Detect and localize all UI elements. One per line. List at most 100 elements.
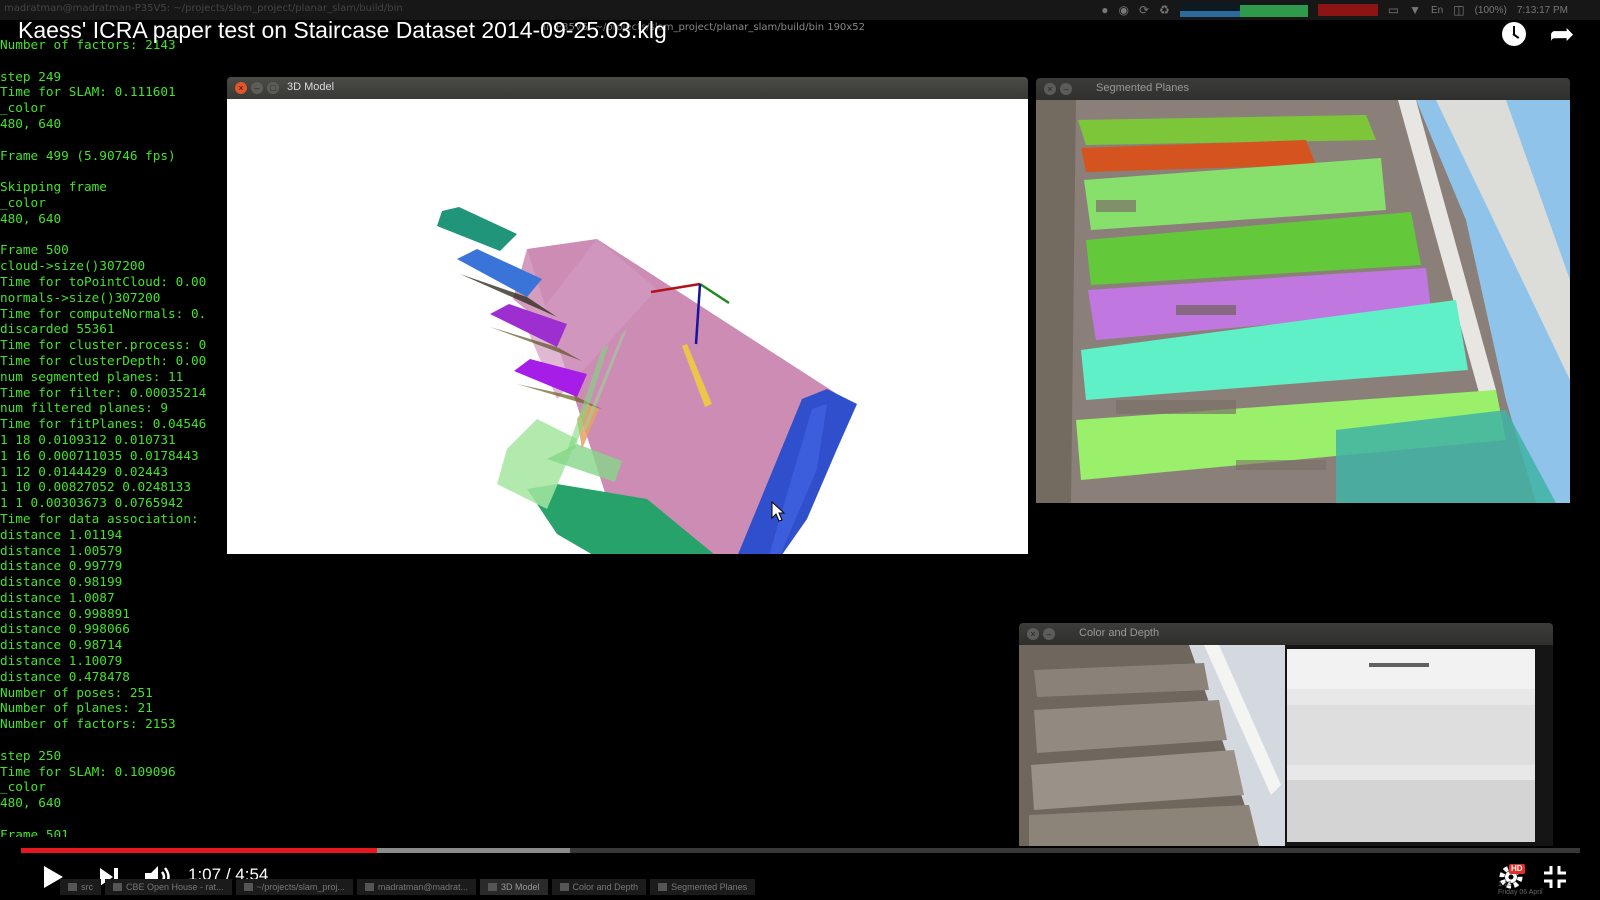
minimize-window-icon[interactable]: – xyxy=(251,82,263,94)
taskbar-date-day: Friday 06 April xyxy=(1498,889,1543,896)
taskbar-item-label: src xyxy=(81,882,93,892)
taskbar-item[interactable]: src xyxy=(60,879,101,895)
terminal-line: Frame 501 xyxy=(0,826,69,837)
watch-later-icon[interactable] xyxy=(1500,20,1528,48)
terminal-line: step 249 xyxy=(0,68,62,84)
terminal-line: distance 1.01194 xyxy=(0,526,123,542)
terminal-line: normals->size()307200 xyxy=(0,289,161,305)
terminal-window-title-text: madratman@madratman-P35V5: ~/projects/sl… xyxy=(4,3,403,14)
taskbar-item-label: Segmented Planes xyxy=(671,882,748,892)
terminal-line: Time for toPointCloud: 0.00 xyxy=(0,273,207,289)
terminal-line: 1 12 0.0144429 0.02443 xyxy=(0,463,169,479)
desktop-clock[interactable]: 7:13:17 PM xyxy=(1517,5,1568,16)
exit-fullscreen-icon xyxy=(1544,866,1566,888)
terminal-line: Time for filter: 0.00035214 xyxy=(0,384,207,400)
terminal-line: Number of poses: 251 xyxy=(0,684,153,700)
window-title: 3D Model xyxy=(287,81,335,93)
system-tray: ● ◉ ⟳ ♻ ▭ ▼ En ◫ (100%) 7:13:17 PM xyxy=(1101,3,1568,17)
terminal-line: Frame 499 (5.90746 fps) xyxy=(0,147,176,163)
terminal-line: discarded 55361 xyxy=(0,321,115,337)
terminal-line: distance 1.10079 xyxy=(0,653,123,669)
window-title: Segmented Planes xyxy=(1096,82,1189,94)
color-and-depth-window: × – Color and Depth xyxy=(1019,623,1553,846)
system-load-graph[interactable] xyxy=(1179,3,1308,17)
terminal-line: Skipping frame xyxy=(0,179,107,195)
power-icon[interactable]: ◫ xyxy=(1453,3,1464,17)
terminal-line: num segmented planes: 11 xyxy=(0,368,184,384)
video-title[interactable]: Kaess' ICRA paper test on Staircase Data… xyxy=(18,17,667,44)
terminal-line: _color xyxy=(0,194,46,210)
app-icon xyxy=(364,883,374,891)
taskbar-item-label: CBE Open House - rat... xyxy=(126,882,224,892)
terminal-line: Time for fitPlanes: 0.04546 xyxy=(0,416,207,432)
taskbar-item[interactable]: madratman@madrat... xyxy=(356,879,477,895)
close-window-icon[interactable]: × xyxy=(1044,83,1056,95)
app-icon xyxy=(658,883,668,891)
terminal-line: num filtered planes: 9 xyxy=(0,400,169,416)
terminal-line: distance 0.478478 xyxy=(0,668,130,684)
minimize-window-icon[interactable]: – xyxy=(1043,628,1055,640)
seek-bar[interactable] xyxy=(21,848,1580,853)
close-window-icon[interactable]: × xyxy=(1027,628,1039,640)
segmented-planes-image xyxy=(1036,100,1570,503)
taskbar-item-label: ~/projects/slam_proj... xyxy=(256,882,345,892)
terminal-line: 1 10 0.00827052 0.0248133 xyxy=(0,479,191,495)
update-icon[interactable]: ⟳ xyxy=(1139,3,1149,17)
terminal-line: distance 1.00579 xyxy=(0,542,123,558)
app-icon xyxy=(68,883,77,891)
3d-model-viewport[interactable] xyxy=(227,99,1028,554)
point-cloud-render[interactable] xyxy=(227,99,1028,554)
terminal-line: 1 1 0.00303673 0.0765942 xyxy=(0,495,184,511)
camera-icon[interactable]: ● xyxy=(1101,3,1108,17)
keyboard-layout-indicator[interactable]: En xyxy=(1431,5,1443,16)
app-icon xyxy=(113,883,122,891)
taskbar-item[interactable]: Segmented Planes xyxy=(650,879,756,895)
exit-fullscreen-button[interactable] xyxy=(1540,863,1570,891)
window-titlebar[interactable]: × – Segmented Planes xyxy=(1036,78,1570,100)
terminal-line: distance 0.998891 xyxy=(0,605,130,621)
close-window-icon[interactable]: × xyxy=(235,82,247,94)
segmented-planes-window: × – Segmented Planes xyxy=(1036,78,1570,503)
app-icon xyxy=(488,883,498,891)
window-titlebar[interactable]: × – □ 3D Model xyxy=(227,77,1028,99)
played-progress xyxy=(21,848,378,853)
taskbar-item[interactable]: CBE Open House - rat... xyxy=(105,879,232,895)
terminal-line: 480, 640 xyxy=(0,795,62,811)
taskbar-item-label: madratman@madrat... xyxy=(377,882,469,892)
taskbar-item[interactable]: 3D Model xyxy=(480,879,548,895)
taskbar-item[interactable]: ~/projects/slam_proj... xyxy=(235,879,353,895)
wifi-icon[interactable]: ▼ xyxy=(1409,3,1421,17)
window-title: Color and Depth xyxy=(1079,627,1160,639)
app-icon xyxy=(559,883,569,891)
window-titlebar[interactable]: × – Color and Depth xyxy=(1019,623,1553,645)
terminal-line: Number of factors: 2153 xyxy=(0,716,176,732)
maximize-window-icon[interactable]: □ xyxy=(267,82,279,94)
minimize-window-icon[interactable]: – xyxy=(1060,83,1072,95)
terminal-line: Number of planes: 21 xyxy=(0,700,153,716)
share-arrow-icon[interactable]: ➦ xyxy=(1548,18,1576,51)
taskbar-date: 1:13 Friday 06 April xyxy=(1498,881,1543,897)
terminal-line: Time for clusterDepth: 0.00 xyxy=(0,352,207,368)
accessibility-icon[interactable]: ♻ xyxy=(1159,3,1170,17)
terminal-line: _color xyxy=(0,779,46,795)
terminal-line: distance 0.98199 xyxy=(0,574,123,590)
battery-icon[interactable]: ▭ xyxy=(1388,3,1399,17)
taskbar-item-label: Color and Depth xyxy=(572,882,639,892)
terminal-line: Time for computeNormals: 0. xyxy=(0,305,207,321)
terminal-line: 480, 640 xyxy=(0,210,62,226)
record-icon[interactable]: ◉ xyxy=(1118,3,1128,17)
taskbar-item[interactable]: Color and Depth xyxy=(551,879,647,895)
battery-percent: (100%) xyxy=(1474,4,1507,16)
terminal-line: Frame 500 xyxy=(0,242,69,258)
3d-model-window: × – □ 3D Model xyxy=(227,77,1028,554)
terminal-line: cloud->size()307200 xyxy=(0,258,146,274)
memory-graph[interactable] xyxy=(1317,4,1378,16)
terminal-line: step 250 xyxy=(0,747,62,763)
terminal-line: distance 0.99779 xyxy=(0,558,123,574)
terminal-output: Number of factors: 2143 step 249 Time for … xyxy=(0,37,228,837)
